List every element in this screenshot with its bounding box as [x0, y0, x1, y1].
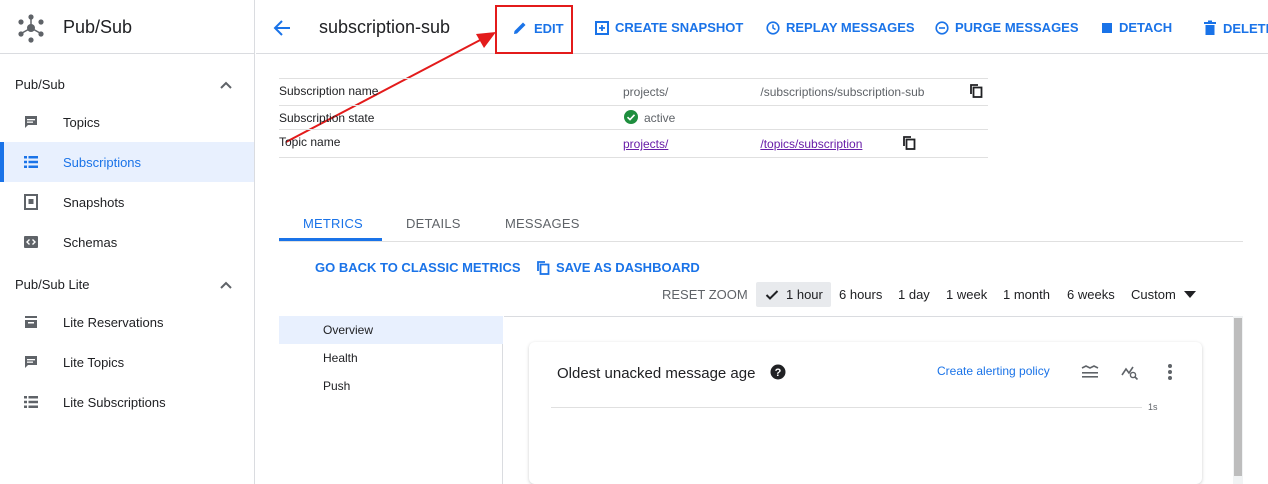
time-range-1-week[interactable]: 1 week: [946, 287, 987, 302]
detach-button[interactable]: DETACH: [1101, 20, 1172, 35]
metrics-nav-label: Health: [323, 351, 358, 365]
save-dashboard-button[interactable]: SAVE AS DASHBOARD: [537, 260, 700, 275]
purge-messages-label: PURGE MESSAGES: [955, 20, 1079, 35]
reservations-icon: [23, 314, 39, 330]
sidebar-item-label: Lite Reservations: [63, 315, 164, 330]
code-icon: [23, 234, 39, 250]
brand-title: Pub/Sub: [63, 17, 133, 37]
time-range-1-day[interactable]: 1 day: [898, 287, 930, 302]
pubsub-logo-icon: [16, 13, 46, 43]
topic-name-link[interactable]: projects//topics/subscription: [623, 137, 862, 151]
create-alerting-policy-link[interactable]: Create alerting policy: [937, 364, 1050, 378]
sidebar-item-topics[interactable]: Topics: [0, 102, 254, 142]
details-divider: [279, 78, 988, 79]
trash-icon: [1203, 20, 1217, 36]
sidebar-item-label: Lite Topics: [63, 355, 125, 370]
sidebar-item-subscriptions[interactable]: Subscriptions: [0, 142, 254, 182]
more-vert-icon[interactable]: [1167, 363, 1173, 381]
create-snapshot-button[interactable]: CREATE SNAPSHOT: [595, 20, 743, 35]
subscription-name-value: projects//subscriptions/subscription-sub: [623, 85, 925, 99]
subscription-name-label: Subscription name: [279, 84, 379, 98]
dropdown-arrow-icon[interactable]: [1184, 291, 1196, 299]
metrics-nav-label: Overview: [323, 323, 374, 337]
metrics-nav-push[interactable]: Push: [279, 372, 503, 400]
time-range-1-hour[interactable]: 1 hour: [786, 287, 823, 302]
legend-lines-icon[interactable]: [1081, 364, 1099, 380]
purge-messages-button[interactable]: PURGE MESSAGES: [935, 20, 1079, 35]
classic-metrics-link[interactable]: GO BACK TO CLASSIC METRICS: [315, 260, 521, 275]
copy-icon: [537, 260, 550, 275]
sidebar-item-label: Schemas: [63, 235, 118, 250]
save-dashboard-label: SAVE AS DASHBOARD: [556, 260, 700, 275]
metrics-nav-health[interactable]: Health: [279, 344, 503, 372]
chevron-up-icon[interactable]: [218, 79, 234, 91]
metrics-nav-overview[interactable]: Overview: [279, 316, 503, 344]
create-snapshot-label: CREATE SNAPSHOT: [615, 20, 744, 35]
replay-messages-button[interactable]: REPLAY MESSAGES: [766, 20, 915, 35]
reset-zoom-button[interactable]: RESET ZOOM: [662, 287, 748, 302]
sidebar-item-lite-reservations[interactable]: Lite Reservations: [0, 302, 254, 342]
section-title-pubsub-lite: Pub/Sub Lite: [15, 277, 90, 292]
explore-chart-icon[interactable]: [1121, 364, 1139, 380]
add-box-icon: [595, 20, 609, 35]
metrics-nav-label: Push: [323, 379, 351, 393]
topic-name-label: Topic name: [279, 135, 341, 149]
minus-circle-icon: [935, 20, 949, 35]
sidebar-item-label: Subscriptions: [63, 155, 142, 170]
message-icon: [23, 354, 39, 370]
snapshot-icon: [23, 194, 39, 210]
copy-icon[interactable]: [970, 84, 983, 98]
help-icon[interactable]: ?: [770, 364, 786, 380]
list-icon: [23, 154, 39, 170]
sidebar-item-label: Snapshots: [63, 195, 125, 210]
delete-label: DELETE: [1223, 20, 1268, 36]
list-icon: [23, 394, 39, 410]
replay-messages-label: REPLAY MESSAGES: [786, 20, 915, 35]
brand-header: Pub/Sub: [0, 0, 255, 54]
chart-y-tick-label: 1s: [1148, 402, 1158, 412]
tab-details[interactable]: DETAILS: [406, 216, 461, 231]
check-icon: [765, 289, 779, 301]
chart-gridline: [551, 407, 1142, 408]
section-title-pubsub: Pub/Sub: [15, 77, 65, 92]
classic-metrics-label: GO BACK TO CLASSIC METRICS: [315, 260, 521, 275]
sidebar-item-schemas[interactable]: Schemas: [0, 222, 254, 262]
sidebar-item-label: Topics: [63, 115, 100, 130]
details-divider: [279, 157, 988, 158]
message-icon: [23, 114, 39, 130]
detach-label: DETACH: [1119, 20, 1173, 35]
time-range-1-month[interactable]: 1 month: [1003, 287, 1050, 302]
sidebar-item-lite-subscriptions[interactable]: Lite Subscriptions: [0, 382, 254, 422]
details-divider: [279, 105, 988, 106]
chart-card-title: Oldest unacked message age: [557, 365, 756, 382]
subscription-state-value: active: [644, 111, 676, 125]
subscription-state-label: Subscription state: [279, 111, 375, 125]
check-circle-icon: [624, 110, 638, 124]
time-range-6-hours[interactable]: 6 hours: [839, 287, 882, 302]
clock-icon: [766, 20, 780, 35]
stop-square-icon: [1101, 22, 1113, 34]
time-range-custom[interactable]: Custom: [1131, 287, 1176, 302]
tabs-divider: [279, 241, 1243, 242]
chart-card: [529, 342, 1202, 484]
details-divider: [279, 129, 988, 130]
tab-metrics[interactable]: METRICS: [303, 216, 363, 231]
sidebar-item-snapshots[interactable]: Snapshots: [0, 182, 254, 222]
chevron-up-icon[interactable]: [218, 279, 234, 291]
copy-icon[interactable]: [903, 136, 916, 150]
delete-button[interactable]: DELETE: [1203, 20, 1268, 36]
sidebar-item-lite-topics[interactable]: Lite Topics: [0, 342, 254, 382]
svg-text:?: ?: [775, 367, 782, 379]
sidebar-item-label: Lite Subscriptions: [63, 395, 166, 410]
time-range-6-weeks[interactable]: 6 weeks: [1067, 287, 1115, 302]
scrollbar-thumb[interactable]: [1234, 318, 1242, 476]
tab-messages[interactable]: MESSAGES: [505, 216, 580, 231]
